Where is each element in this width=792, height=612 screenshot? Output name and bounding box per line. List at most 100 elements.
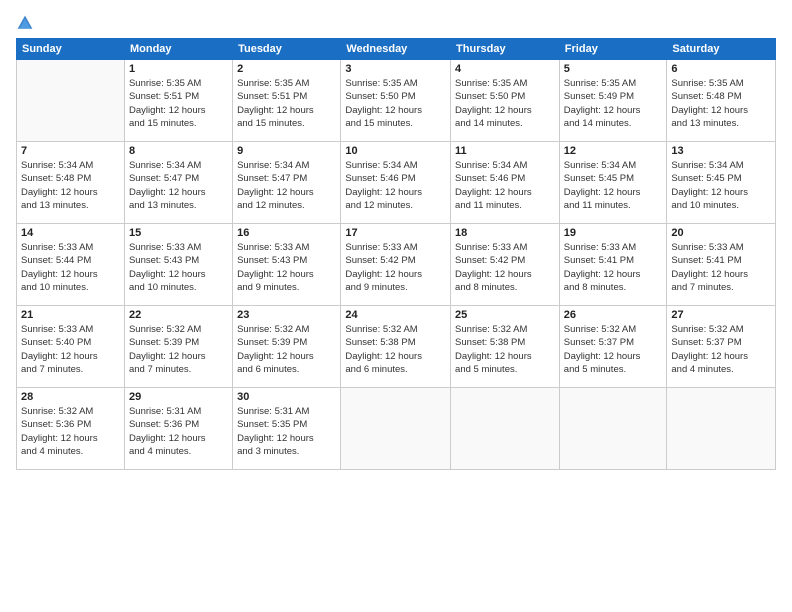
cell-info-line: Daylight: 12 hours bbox=[564, 268, 663, 281]
table-row: 20Sunrise: 5:33 AMSunset: 5:41 PMDayligh… bbox=[667, 224, 776, 306]
cell-info-line: and 4 minutes. bbox=[671, 363, 771, 376]
col-header-sunday: Sunday bbox=[17, 39, 125, 60]
day-number: 21 bbox=[21, 309, 120, 321]
cell-info-line: Sunrise: 5:32 AM bbox=[237, 323, 336, 336]
day-number: 12 bbox=[564, 145, 663, 157]
day-number: 9 bbox=[237, 145, 336, 157]
cell-info-line: Sunset: 5:43 PM bbox=[237, 254, 336, 267]
cell-info-line: and 8 minutes. bbox=[564, 281, 663, 294]
day-number: 25 bbox=[455, 309, 555, 321]
cell-info-line: Sunset: 5:50 PM bbox=[345, 90, 446, 103]
day-number: 28 bbox=[21, 391, 120, 403]
day-number: 26 bbox=[564, 309, 663, 321]
logo-icon bbox=[16, 14, 34, 32]
header-row-days: SundayMondayTuesdayWednesdayThursdayFrid… bbox=[17, 39, 776, 60]
week-row-0: 1Sunrise: 5:35 AMSunset: 5:51 PMDaylight… bbox=[17, 60, 776, 142]
day-number: 5 bbox=[564, 63, 663, 75]
cell-info-line: Daylight: 12 hours bbox=[129, 104, 228, 117]
cell-info-line: Daylight: 12 hours bbox=[455, 350, 555, 363]
cell-info-line: Sunrise: 5:32 AM bbox=[564, 323, 663, 336]
cell-info-line: Sunset: 5:36 PM bbox=[129, 418, 228, 431]
cell-info-line: Sunset: 5:43 PM bbox=[129, 254, 228, 267]
cell-info-line: Sunrise: 5:35 AM bbox=[564, 77, 663, 90]
cell-info-line: Sunset: 5:37 PM bbox=[564, 336, 663, 349]
table-row: 10Sunrise: 5:34 AMSunset: 5:46 PMDayligh… bbox=[341, 142, 451, 224]
cell-info-line: and 7 minutes. bbox=[21, 363, 120, 376]
day-number: 16 bbox=[237, 227, 336, 239]
cell-info-line: Sunset: 5:44 PM bbox=[21, 254, 120, 267]
cell-info-line: and 15 minutes. bbox=[237, 117, 336, 130]
cell-info-line: and 7 minutes. bbox=[129, 363, 228, 376]
table-row bbox=[17, 60, 125, 142]
cell-info-line: and 13 minutes. bbox=[21, 199, 120, 212]
cell-info-line: Sunset: 5:38 PM bbox=[455, 336, 555, 349]
table-row: 5 Sunrise: 5:35 AMSunset: 5:49 PMDaylight… bbox=[559, 60, 667, 142]
cell-info-line: Daylight: 12 hours bbox=[564, 350, 663, 363]
cell-info-line: Sunrise: 5:32 AM bbox=[455, 323, 555, 336]
col-header-friday: Friday bbox=[559, 39, 667, 60]
cell-info-line: Sunrise: 5:33 AM bbox=[21, 323, 120, 336]
cell-info-line: Daylight: 12 hours bbox=[237, 432, 336, 445]
cell-info-line: and 13 minutes. bbox=[671, 117, 771, 130]
cell-info-line: and 14 minutes. bbox=[455, 117, 555, 130]
table-row: 22Sunrise: 5:32 AMSunset: 5:39 PMDayligh… bbox=[124, 306, 232, 388]
cell-info-line: Sunrise: 5:35 AM bbox=[237, 77, 336, 90]
cell-info-line: Sunset: 5:36 PM bbox=[21, 418, 120, 431]
cell-info-line: Sunrise: 5:35 AM bbox=[455, 77, 555, 90]
cell-info-line: Daylight: 12 hours bbox=[21, 432, 120, 445]
cell-info-line: and 4 minutes. bbox=[129, 445, 228, 458]
week-row-1: 7Sunrise: 5:34 AMSunset: 5:48 PMDaylight… bbox=[17, 142, 776, 224]
cell-info-line: Sunrise: 5:35 AM bbox=[671, 77, 771, 90]
day-number: 17 bbox=[345, 227, 446, 239]
table-row: 26 Sunrise: 5:32 AMSunset: 5:37 PMDayligh… bbox=[559, 306, 667, 388]
cell-info-line: Sunrise: 5:34 AM bbox=[237, 159, 336, 172]
cell-info-line: and 4 minutes. bbox=[21, 445, 120, 458]
day-number: 18 bbox=[455, 227, 555, 239]
cell-info-line: and 11 minutes. bbox=[564, 199, 663, 212]
cell-info-line: Daylight: 12 hours bbox=[671, 350, 771, 363]
cell-info-line: Sunset: 5:49 PM bbox=[564, 90, 663, 103]
cell-info-line: Daylight: 12 hours bbox=[237, 186, 336, 199]
table-row: 18Sunrise: 5:33 AMSunset: 5:42 PMDayligh… bbox=[451, 224, 560, 306]
cell-info-line: Sunrise: 5:31 AM bbox=[129, 405, 228, 418]
cell-info-line: Sunrise: 5:34 AM bbox=[455, 159, 555, 172]
cell-info-line: Sunset: 5:40 PM bbox=[21, 336, 120, 349]
cell-info-line: Sunset: 5:47 PM bbox=[129, 172, 228, 185]
day-number: 11 bbox=[455, 145, 555, 157]
day-number: 24 bbox=[345, 309, 446, 321]
table-row: 2Sunrise: 5:35 AMSunset: 5:51 PMDaylight… bbox=[233, 60, 341, 142]
table-row: 17Sunrise: 5:33 AMSunset: 5:42 PMDayligh… bbox=[341, 224, 451, 306]
col-header-thursday: Thursday bbox=[451, 39, 560, 60]
table-row: 8Sunrise: 5:34 AMSunset: 5:47 PMDaylight… bbox=[124, 142, 232, 224]
table-row: 13Sunrise: 5:34 AMSunset: 5:45 PMDayligh… bbox=[667, 142, 776, 224]
cell-info-line: Sunrise: 5:33 AM bbox=[237, 241, 336, 254]
day-number: 2 bbox=[237, 63, 336, 75]
table-row: 4Sunrise: 5:35 AMSunset: 5:50 PMDaylight… bbox=[451, 60, 560, 142]
cell-info-line: Daylight: 12 hours bbox=[129, 432, 228, 445]
cell-info-line: Daylight: 12 hours bbox=[564, 104, 663, 117]
table-row: 30Sunrise: 5:31 AMSunset: 5:35 PMDayligh… bbox=[233, 388, 341, 470]
day-number: 15 bbox=[129, 227, 228, 239]
cell-info-line: and 10 minutes. bbox=[129, 281, 228, 294]
cell-info-line: Sunrise: 5:33 AM bbox=[455, 241, 555, 254]
cell-info-line: Daylight: 12 hours bbox=[455, 186, 555, 199]
cell-info-line: Daylight: 12 hours bbox=[564, 186, 663, 199]
cell-info-line: Sunset: 5:41 PM bbox=[671, 254, 771, 267]
cell-info-line: Sunset: 5:38 PM bbox=[345, 336, 446, 349]
table-row bbox=[451, 388, 560, 470]
cell-info-line: and 10 minutes. bbox=[21, 281, 120, 294]
cell-info-line: and 14 minutes. bbox=[564, 117, 663, 130]
cell-info-line: Sunrise: 5:34 AM bbox=[21, 159, 120, 172]
cell-info-line: Daylight: 12 hours bbox=[345, 268, 446, 281]
table-row: 6Sunrise: 5:35 AMSunset: 5:48 PMDaylight… bbox=[667, 60, 776, 142]
cell-info-line: Daylight: 12 hours bbox=[129, 186, 228, 199]
table-row: 12Sunrise: 5:34 AMSunset: 5:45 PMDayligh… bbox=[559, 142, 667, 224]
week-row-3: 21 Sunrise: 5:33 AMSunset: 5:40 PM Dayligh… bbox=[17, 306, 776, 388]
day-number: 6 bbox=[671, 63, 771, 75]
week-row-4: 28Sunrise: 5:32 AMSunset: 5:36 PMDayligh… bbox=[17, 388, 776, 470]
cell-info-line: Daylight: 12 hours bbox=[671, 268, 771, 281]
cell-info-line: and 3 minutes. bbox=[237, 445, 336, 458]
day-number: 23 bbox=[237, 309, 336, 321]
table-row: 19Sunrise: 5:33 AMSunset: 5:41 PMDayligh… bbox=[559, 224, 667, 306]
cell-info-line: and 10 minutes. bbox=[671, 199, 771, 212]
